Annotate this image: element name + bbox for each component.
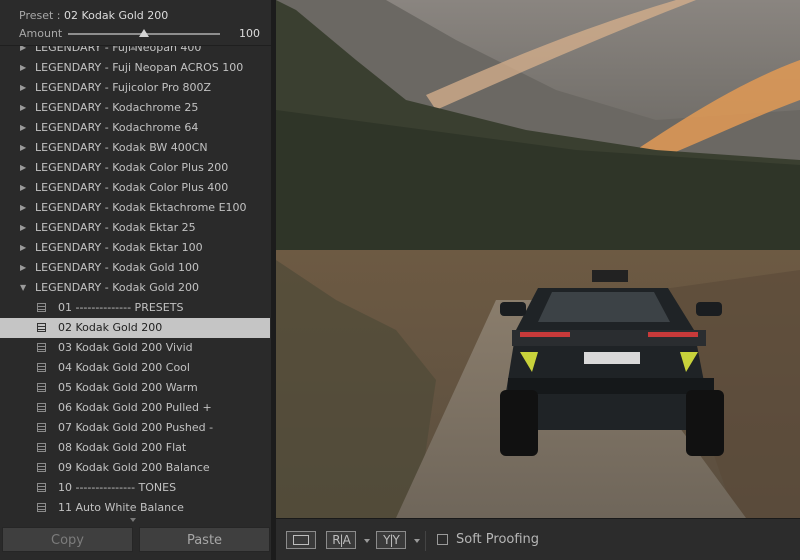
before-after-button[interactable]: R|A: [326, 531, 356, 549]
expanded-triangle-icon[interactable]: ▼: [20, 278, 30, 298]
preset-folder-label: LEGENDARY - Kodak Ektar 25: [35, 221, 196, 234]
preset-folder[interactable]: ▶ LEGENDARY - Kodak Ektachrome E100: [0, 198, 270, 218]
preset-label: Preset :: [19, 9, 61, 22]
preset-item-label: 02 Kodak Gold 200: [58, 321, 163, 334]
soft-proofing-checkbox[interactable]: [437, 534, 448, 545]
preset-folder[interactable]: ▶ LEGENDARY - Fujicolor Pro 800Z: [0, 78, 270, 98]
split-dropdown-icon[interactable]: [414, 539, 420, 543]
preset-item-label: 06 Kodak Gold 200 Pulled +: [58, 401, 212, 414]
preset-tree[interactable]: ▶ LEGENDARY - Fuji Neopan 400 ▶ LEGENDARY -…: [0, 46, 271, 516]
collapsed-triangle-icon[interactable]: ▶: [20, 218, 30, 238]
preset-folder-label: LEGENDARY - Kodachrome 25: [35, 101, 199, 114]
preset-item[interactable]: 08 Kodak Gold 200 Flat: [0, 438, 270, 458]
preset-item-selected[interactable]: 02 Kodak Gold 200: [0, 318, 270, 338]
preset-icon: [37, 383, 46, 392]
preset-item-label: 10 --------------- TONES: [58, 481, 177, 494]
paste-button[interactable]: Paste: [139, 527, 270, 552]
preset-icon: [37, 403, 46, 412]
preset-folder[interactable]: ▶ LEGENDARY - Kodak BW 400CN: [0, 138, 270, 158]
preset-icon: [37, 343, 46, 352]
bottom-toolbar: R|A Y|Y Soft Proofing: [276, 518, 800, 560]
preset-folder[interactable]: ▼ LEGENDARY - Kodak Gold 200: [0, 278, 270, 298]
preset-folder-label: LEGENDARY - Kodak Ektar 100: [35, 241, 203, 254]
preset-folder[interactable]: ▶ LEGENDARY - Kodak Ektar 100: [0, 238, 270, 258]
preset-folder[interactable]: ▶ LEGENDARY - Kodachrome 25: [0, 98, 270, 118]
preset-item[interactable]: 07 Kodak Gold 200 Pushed -: [0, 418, 270, 438]
before-after-dropdown-icon[interactable]: [364, 539, 370, 543]
preset-folder-label: LEGENDARY - Fuji Neopan ACROS 100: [35, 61, 244, 74]
preset-icon: [37, 423, 46, 432]
scroll-down-arrow-icon[interactable]: [130, 518, 136, 522]
photo-image: [276, 0, 800, 518]
collapsed-triangle-icon[interactable]: ▶: [20, 46, 30, 58]
preset-item-label: 11 Auto White Balance: [58, 501, 184, 514]
collapsed-triangle-icon[interactable]: ▶: [20, 158, 30, 178]
collapsed-triangle-icon[interactable]: ▶: [20, 138, 30, 158]
preset-folder-label: LEGENDARY - Kodak Color Plus 400: [35, 181, 229, 194]
preset-icon: [37, 443, 46, 452]
preset-item-label: 05 Kodak Gold 200 Warm: [58, 381, 198, 394]
preset-item[interactable]: 11 Auto White Balance: [0, 498, 270, 516]
collapsed-triangle-icon[interactable]: ▶: [20, 258, 30, 278]
copy-button[interactable]: Copy: [2, 527, 133, 552]
preset-item-label: 07 Kodak Gold 200 Pushed -: [58, 421, 214, 434]
preset-item-label: 04 Kodak Gold 200 Cool: [58, 361, 190, 374]
preset-icon: [37, 463, 46, 472]
preset-item[interactable]: 03 Kodak Gold 200 Vivid: [0, 338, 270, 358]
preset-item[interactable]: 06 Kodak Gold 200 Pulled +: [0, 398, 270, 418]
preset-item-label: 08 Kodak Gold 200 Flat: [58, 441, 187, 454]
preset-item[interactable]: 09 Kodak Gold 200 Balance: [0, 458, 270, 478]
collapsed-triangle-icon[interactable]: ▶: [20, 178, 30, 198]
preset-item-label: 09 Kodak Gold 200 Balance: [58, 461, 210, 474]
scroll-up-arrow-icon[interactable]: [130, 46, 136, 50]
preset-folder-label: LEGENDARY - Kodak Color Plus 200: [35, 161, 229, 174]
preset-icon: [37, 363, 46, 372]
preset-folder-label: LEGENDARY - Kodak Gold 200: [35, 281, 199, 294]
preset-item[interactable]: 04 Kodak Gold 200 Cool: [0, 358, 270, 378]
before-after-split-button[interactable]: Y|Y: [376, 531, 406, 549]
preset-folder-label: LEGENDARY - Fuji Neopan 400: [35, 46, 202, 54]
amount-label: Amount: [19, 27, 63, 40]
preset-folder-label: LEGENDARY - Kodak Gold 100: [35, 261, 199, 274]
preset-folder[interactable]: ▶ LEGENDARY - Kodak Gold 100: [0, 258, 270, 278]
preset-folder-label: LEGENDARY - Kodachrome 64: [35, 121, 199, 134]
photo-preview[interactable]: [276, 0, 800, 518]
preset-folder[interactable]: ▶ LEGENDARY - Kodak Ektar 25: [0, 218, 270, 238]
preset-folder-label: LEGENDARY - Fujicolor Pro 800Z: [35, 81, 212, 94]
preset-folder[interactable]: ▶ LEGENDARY - Kodachrome 64: [0, 118, 270, 138]
collapsed-triangle-icon[interactable]: ▶: [20, 78, 30, 98]
preset-item[interactable]: 10 --------------- TONES: [0, 478, 270, 498]
collapsed-triangle-icon[interactable]: ▶: [20, 198, 30, 218]
preset-item[interactable]: 05 Kodak Gold 200 Warm: [0, 378, 270, 398]
soft-proofing-label[interactable]: Soft Proofing: [456, 532, 539, 547]
toolbar-separator: [425, 531, 426, 551]
preset-item-label: 01 -------------- PRESETS: [58, 301, 184, 314]
collapsed-triangle-icon[interactable]: ▶: [20, 98, 30, 118]
loupe-view-button[interactable]: [286, 531, 316, 549]
preset-folder[interactable]: ▶ LEGENDARY - Fuji Neopan ACROS 100: [0, 58, 270, 78]
amount-value[interactable]: 100: [238, 27, 260, 40]
preset-icon: [37, 503, 46, 512]
preset-header: Preset : 02 Kodak Gold 200 Amount 100: [0, 0, 271, 46]
collapsed-triangle-icon[interactable]: ▶: [20, 118, 30, 138]
collapsed-triangle-icon[interactable]: ▶: [20, 238, 30, 258]
presets-panel: Preset : 02 Kodak Gold 200 Amount 100 ▶ L…: [0, 0, 276, 560]
preset-item-label: 03 Kodak Gold 200 Vivid: [58, 341, 193, 354]
preset-folder[interactable]: ▶ LEGENDARY - Kodak Color Plus 400: [0, 178, 270, 198]
preset-value: 02 Kodak Gold 200: [64, 9, 169, 22]
preset-folder-label: LEGENDARY - Kodak BW 400CN: [35, 141, 208, 154]
preset-icon: [37, 483, 46, 492]
preset-folder-label: LEGENDARY - Kodak Ektachrome E100: [35, 201, 247, 214]
collapsed-triangle-icon[interactable]: ▶: [20, 58, 30, 78]
preset-folder[interactable]: ▶ LEGENDARY - Kodak Color Plus 200: [0, 158, 270, 178]
preset-icon: [37, 323, 46, 332]
amount-slider-thumb[interactable]: [139, 29, 149, 37]
preset-item[interactable]: 01 -------------- PRESETS: [0, 298, 270, 318]
preset-icon: [37, 303, 46, 312]
